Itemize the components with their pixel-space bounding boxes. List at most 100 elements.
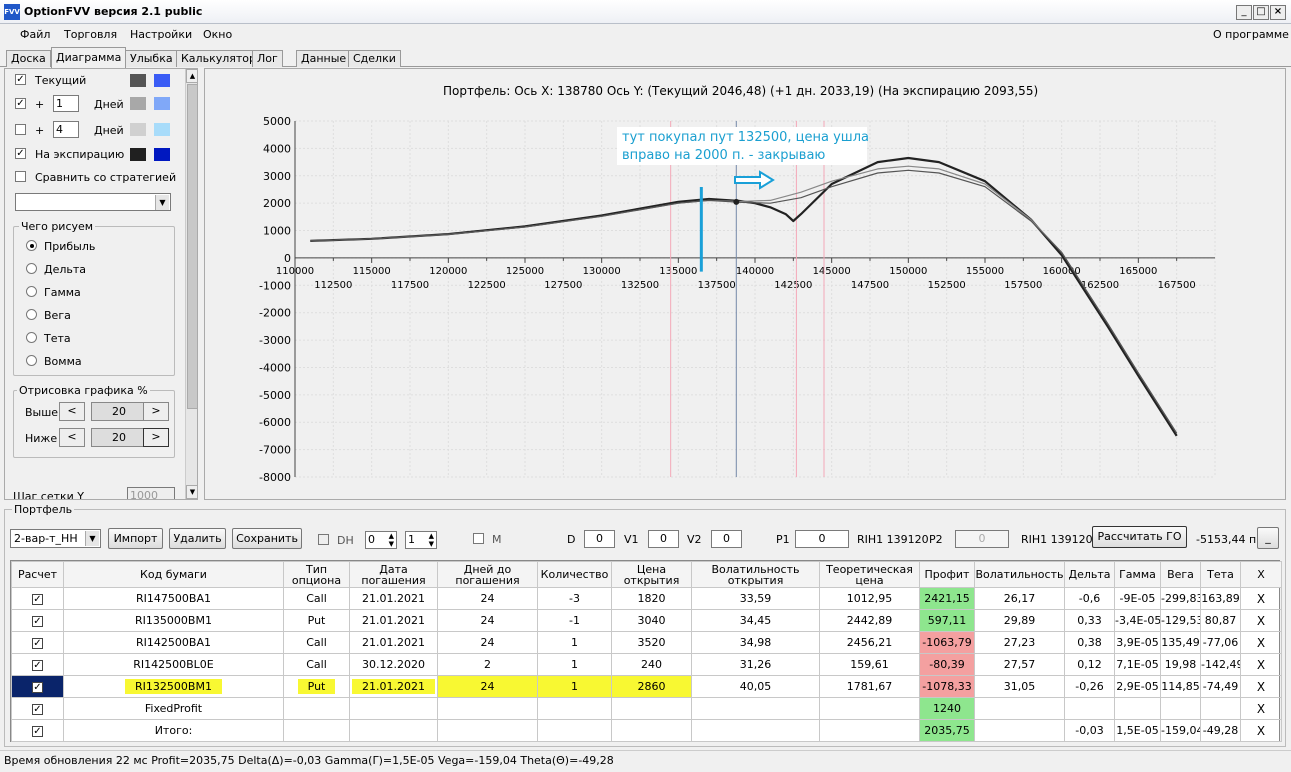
cell-price[interactable]: 3520 [611,631,692,654]
current-color-1[interactable] [130,74,146,87]
below-decrease-button[interactable]: < [59,428,85,447]
row-close-icon[interactable]: X [1240,675,1282,698]
col-profit[interactable]: Профит [919,561,975,588]
radio-delta[interactable] [26,263,37,274]
row-close-icon[interactable]: X [1240,653,1282,676]
row-checkbox[interactable]: ✓ [32,594,43,605]
table-row-fixed-profit[interactable]: ✓ FixedProfit 1240 X [11,697,1282,720]
col-open-vol[interactable]: Волатильность открытия [691,561,820,588]
cell-qty[interactable]: -1 [537,609,612,632]
row-close-icon[interactable]: X [1240,609,1282,632]
row-checkbox[interactable]: ✓ [32,704,43,715]
expiry-color-2[interactable] [154,148,170,161]
expiry-checkbox[interactable]: ✓ [15,148,26,159]
col-vol[interactable]: Волатильность [974,561,1065,588]
tab-calculator[interactable]: Калькулятор [176,50,261,67]
plus1-color-2[interactable] [154,97,170,110]
col-vega[interactable]: Вега [1160,561,1201,588]
scroll-down-icon[interactable]: ▼ [186,485,197,499]
plus1-checkbox[interactable]: ✓ [15,98,26,109]
scroll-thumb[interactable] [187,84,197,409]
p2-input[interactable]: 0 [955,530,1009,548]
row-checkbox[interactable]: ✓ [32,682,43,693]
table-row[interactable]: ✓ RI147500BA1 Call 21.01.2021 24 -3 1820… [11,587,1282,610]
close-icon[interactable]: × [1270,5,1286,20]
dh-spin-2[interactable]: 1 ▲ ▼ [405,531,437,549]
v2-input[interactable]: 0 [711,530,742,548]
table-row[interactable]: ✓ RI142500BA1 Call 21.01.2021 24 1 3520 … [11,631,1282,654]
cell-price[interactable]: 3040 [611,609,692,632]
col-open-price[interactable]: Цена открытия [611,561,692,588]
radio-profit[interactable] [26,240,37,251]
cell-qty[interactable]: 1 [537,631,612,654]
tab-smile[interactable]: Улыбка [125,50,178,67]
current-checkbox[interactable]: ✓ [15,74,26,85]
menu-file[interactable]: Файл [20,28,50,41]
col-gamma[interactable]: Гамма [1114,561,1161,588]
dh-checkbox[interactable] [318,534,329,545]
p1-input[interactable]: 0 [795,530,849,548]
scroll-up-icon[interactable]: ▲ [186,69,197,83]
cell-qty[interactable]: 1 [537,675,612,698]
tab-log[interactable]: Лог [252,50,283,67]
import-button[interactable]: Импорт [108,528,163,549]
plus4-checkbox[interactable] [15,124,26,135]
radio-gamma[interactable] [26,286,37,297]
expiry-color-1[interactable] [130,148,146,161]
grid-step-input[interactable]: 1000 [127,487,175,499]
cell-qty[interactable]: 1 [537,653,612,676]
delete-button[interactable]: Удалить [169,528,226,549]
menu-settings[interactable]: Настройки [130,28,192,41]
col-code[interactable]: Код бумаги [63,561,284,588]
tab-deals[interactable]: Сделки [348,50,401,67]
v1-input[interactable]: 0 [648,530,679,548]
row-checkbox[interactable]: ✓ [32,616,43,627]
strategy-combo[interactable]: ▼ [15,193,171,211]
plus1-days-input[interactable]: 1 [53,95,79,112]
cell-price[interactable]: 2860 [611,675,692,698]
tab-board[interactable]: Доска [6,50,51,67]
menu-window[interactable]: Окно [203,28,232,41]
left-panel-scrollbar[interactable]: ▲ ▼ [185,69,197,499]
table-row[interactable]: ✓ RI132500BM1 Put 21.01.2021 24 1 2860 4… [11,675,1282,698]
plus4-color-2[interactable] [154,123,170,136]
compare-checkbox[interactable] [15,171,26,182]
d-input[interactable]: 0 [584,530,615,548]
save-button[interactable]: Сохранить [232,528,302,549]
row-close-icon[interactable]: X [1240,719,1282,742]
calc-go-button[interactable]: Рассчитать ГО [1092,526,1187,548]
cell-price[interactable]: 240 [611,653,692,676]
menu-trading[interactable]: Торговля [64,28,117,41]
col-type[interactable]: Тип опциона [283,561,350,588]
table-row[interactable]: ✓ RI135000BM1 Put 21.01.2021 24 -1 3040 … [11,609,1282,632]
above-increase-button[interactable]: > [143,402,169,421]
table-row[interactable]: ✓ RI142500BL0E Call 30.12.2020 2 1 240 3… [11,653,1282,676]
maximize-icon[interactable]: □ [1253,5,1269,20]
cell-price[interactable]: 1820 [611,587,692,610]
col-theor[interactable]: Теоретическая цена [819,561,920,588]
row-close-icon[interactable]: X [1240,587,1282,610]
radio-theta[interactable] [26,332,37,343]
minimize-icon[interactable]: _ [1236,5,1252,20]
plus1-color-1[interactable] [130,97,146,110]
plus4-days-input[interactable]: 4 [53,121,79,138]
above-decrease-button[interactable]: < [59,402,85,421]
tab-data[interactable]: Данные [296,50,352,67]
cell-fixed-profit[interactable]: 1240 [919,697,975,720]
col-theta[interactable]: Тета [1200,561,1241,588]
plus4-color-1[interactable] [130,123,146,136]
row-checkbox[interactable]: ✓ [32,638,43,649]
radio-vega[interactable] [26,309,37,320]
spinner-icon[interactable]: ▲ ▼ [429,532,434,548]
col-days[interactable]: Дней до погашения [437,561,538,588]
row-checkbox[interactable]: ✓ [32,726,43,737]
below-increase-button[interactable]: > [143,428,169,447]
m-checkbox[interactable] [473,533,484,544]
tab-diagram[interactable]: Диаграмма [51,47,127,68]
col-delta[interactable]: Дельта [1064,561,1115,588]
cell-qty[interactable]: -3 [537,587,612,610]
radio-vomma[interactable] [26,355,37,366]
portfolio-combo[interactable]: 2-вар-т_HH ▼ [10,529,101,548]
row-close-icon[interactable]: X [1240,697,1282,720]
collapse-button[interactable]: _ [1257,527,1279,549]
